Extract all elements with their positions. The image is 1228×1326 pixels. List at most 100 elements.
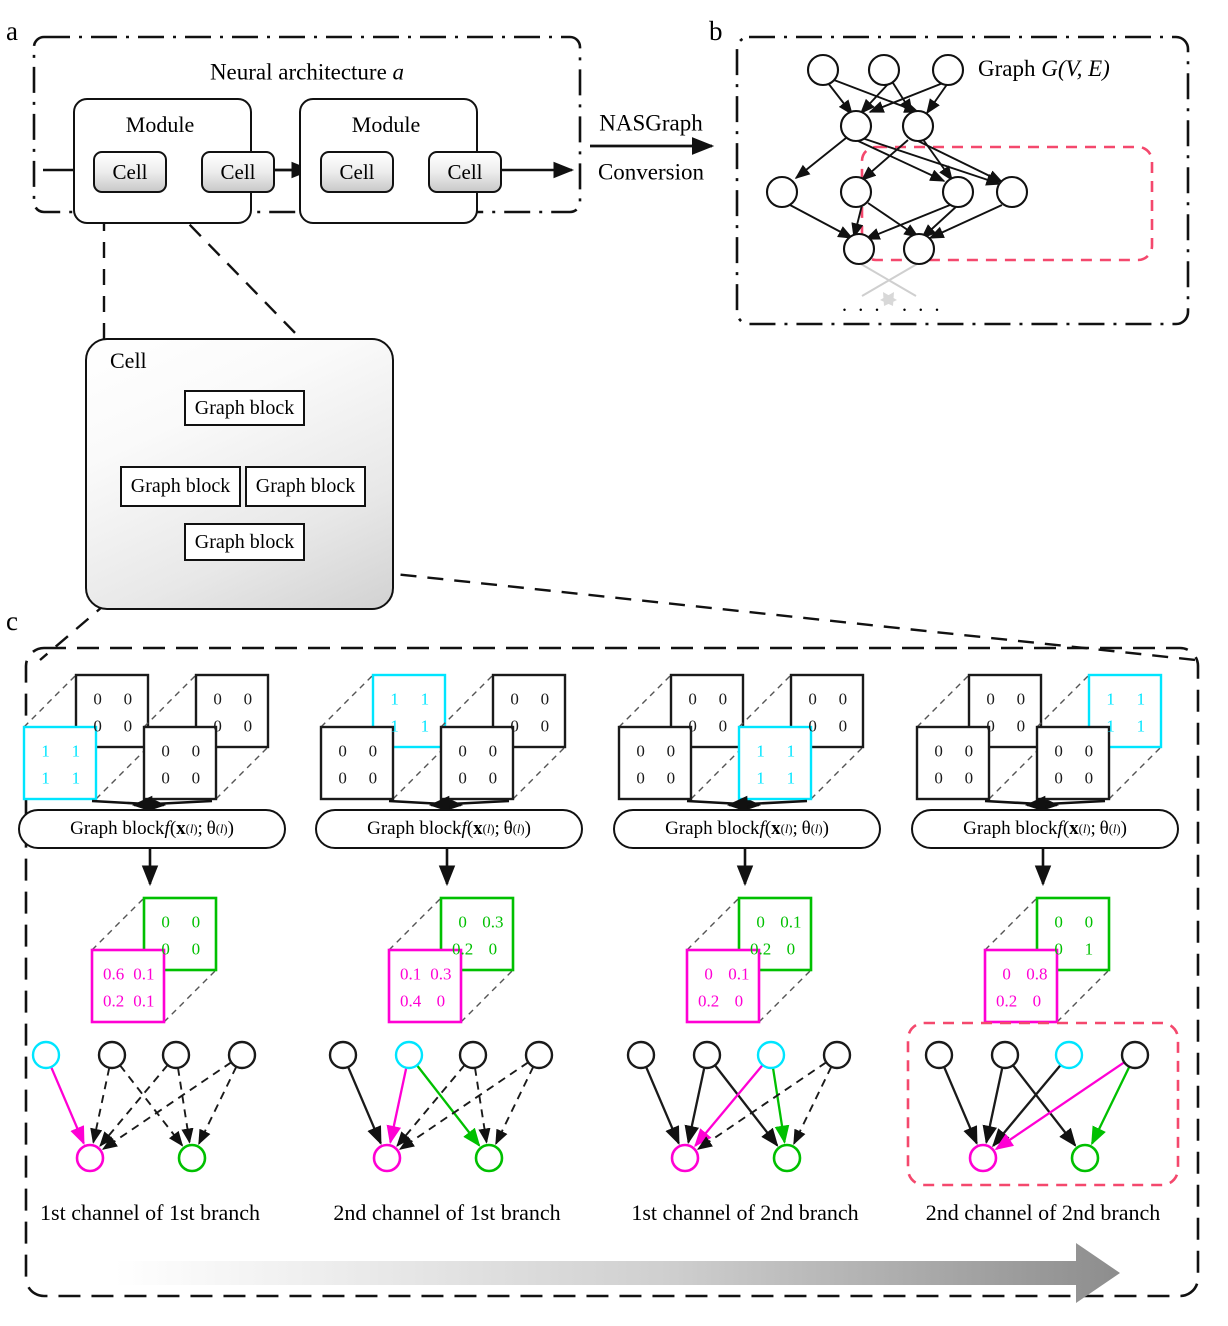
input-cell-front: 0	[191, 768, 201, 788]
graph-node-top[interactable]	[458, 1040, 488, 1070]
panel-b-ellipsis-right: · · ·	[901, 298, 943, 322]
graph-block-pill[interactable]: Graph block f(x (l); θ (l))	[911, 809, 1179, 849]
input-cell-front: 0	[666, 768, 676, 788]
graph-block-2[interactable]: Graph block	[120, 466, 241, 507]
output-cell-magenta: 0.8	[1026, 964, 1048, 984]
output-cell-green: 0	[458, 912, 467, 932]
cell-label: Cell	[220, 159, 256, 184]
graph-node-top[interactable]	[1120, 1040, 1150, 1070]
cell-label: Cell	[339, 159, 375, 184]
output-cell-green: 0	[1054, 939, 1063, 959]
graph-node-bottom[interactable]	[474, 1143, 504, 1173]
output-cell-green: 0	[191, 939, 201, 959]
input-cell-back: 1	[1106, 716, 1115, 736]
graph-node-bottom[interactable]	[75, 1143, 105, 1173]
graph-node-bottom[interactable]	[1070, 1143, 1100, 1173]
input-cell-front: 0	[934, 741, 943, 761]
output-cell-green: 0	[161, 939, 170, 959]
input-cell-back: 0	[243, 716, 253, 736]
column-caption: 2nd channel of 2nd branch	[925, 1200, 1161, 1225]
graph-edge	[771, 1067, 790, 1145]
input-cell-back: 0	[510, 716, 519, 736]
graph-edge	[495, 1066, 535, 1145]
module-label-1: Module	[125, 112, 195, 137]
graph-node-top[interactable]	[227, 1040, 257, 1070]
cell-1-1[interactable]: Cell	[93, 151, 167, 193]
graph-node-top[interactable]	[161, 1040, 191, 1070]
input-cell-back: 0	[688, 689, 697, 709]
input-cell-front: 0	[161, 768, 170, 788]
input-prism	[440, 674, 494, 728]
input-cell-back: 0	[540, 689, 550, 709]
input-cell-front: 0	[964, 768, 974, 788]
input-cell-back: 0	[93, 689, 102, 709]
output-cell-magenta: 0.1	[728, 964, 750, 984]
graph-edge	[793, 1066, 833, 1145]
column-caption: 1st channel of 1st branch	[40, 1200, 260, 1225]
graph-node-top[interactable]	[328, 1040, 358, 1070]
graph-node-top[interactable]	[692, 1040, 722, 1070]
input-cell-back: 0	[808, 689, 817, 709]
module-label-2: Module	[351, 112, 421, 137]
graph-edge	[992, 1064, 1062, 1148]
cell-label: Cell	[112, 159, 148, 184]
input-prism	[392, 746, 446, 800]
input-prism	[143, 674, 197, 728]
graph-node-top[interactable]	[394, 1040, 424, 1070]
input-cell-front: 0	[934, 768, 943, 788]
input-cell-front: 0	[636, 741, 645, 761]
graph-node-top[interactable]	[990, 1040, 1020, 1070]
input-matrix-front	[617, 725, 693, 801]
graph-block-label: Graph block	[367, 818, 462, 839]
graph-node-top[interactable]	[31, 1040, 61, 1070]
figure-root: a Neural architecture a Module Cell Cell…	[0, 0, 1228, 1326]
input-cell-front: 1	[71, 768, 81, 788]
input-cell-back: 0	[123, 716, 133, 736]
graph-node-bottom[interactable]	[670, 1143, 700, 1173]
graph-node-top[interactable]	[924, 1040, 954, 1070]
graph-node-top[interactable]	[524, 1040, 554, 1070]
graph-edge	[714, 1064, 779, 1147]
graph-node-top[interactable]	[97, 1040, 127, 1070]
cell-1-2[interactable]: Cell	[201, 151, 275, 193]
graph-edge	[396, 1064, 466, 1147]
graph-node-bottom[interactable]	[968, 1143, 998, 1173]
cell-2-2[interactable]: Cell	[428, 151, 502, 193]
graph-node-top[interactable]	[1054, 1040, 1084, 1070]
input-cell-front: 0	[161, 741, 170, 761]
cell-2-1[interactable]: Cell	[320, 151, 394, 193]
graph-block-pill[interactable]: Graph block f(x (l); θ (l))	[315, 809, 583, 849]
graph-block-pill[interactable]: Graph block f(x (l); θ (l))	[613, 809, 881, 849]
input-cell-front: 0	[338, 768, 347, 788]
input-cell-back: 1	[390, 716, 399, 736]
input-cell-front: 1	[41, 741, 50, 761]
graph-node-top[interactable]	[822, 1040, 852, 1070]
graph-block-3[interactable]: Graph block	[245, 466, 366, 507]
input-cell-front: 0	[338, 741, 347, 761]
input-cell-back: 0	[540, 716, 550, 736]
graph-block-label: Graph block	[194, 396, 295, 419]
graph-node-top[interactable]	[626, 1040, 656, 1070]
input-matrix-front	[142, 725, 218, 801]
graph-edge	[1090, 1066, 1131, 1146]
graph-node-bottom[interactable]	[772, 1143, 802, 1173]
graph-block-1[interactable]: Graph block	[184, 390, 305, 426]
input-cell-back: 0	[1016, 716, 1026, 736]
input-matrix-front	[319, 725, 395, 801]
graph-block-label: Graph block	[130, 475, 231, 497]
output-cell-magenta: 0	[1002, 964, 1011, 984]
graph-node-bottom[interactable]	[177, 1143, 207, 1173]
graph-node-top[interactable]	[756, 1040, 786, 1070]
output-matrix-magenta	[90, 948, 166, 1024]
output-prism	[460, 969, 514, 1023]
input-cell-front: 0	[1084, 768, 1094, 788]
input-cell-front: 0	[458, 741, 467, 761]
graph-block-4[interactable]: Graph block	[184, 523, 305, 561]
graph-block-pill[interactable]: Graph block f(x (l); θ (l))	[18, 809, 286, 849]
graph-node-bottom[interactable]	[372, 1143, 402, 1173]
input-cell-back: 0	[808, 716, 817, 736]
graph-block-label: Graph block	[194, 530, 295, 553]
graph-edge	[198, 1066, 238, 1145]
graph-edge	[994, 1061, 1125, 1151]
output-cell-magenta: 0	[704, 964, 713, 984]
